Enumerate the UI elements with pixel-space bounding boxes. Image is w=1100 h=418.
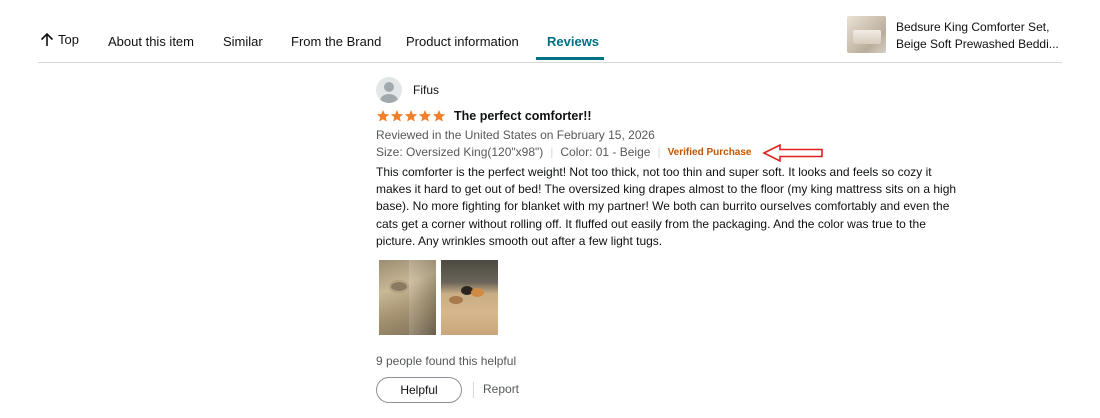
- tab-similar[interactable]: Similar: [223, 34, 263, 49]
- avatar-icon: [376, 77, 402, 103]
- product-thumbnail: [847, 16, 886, 53]
- reviewer[interactable]: Fifus: [376, 77, 439, 103]
- report-link[interactable]: Report: [483, 382, 519, 396]
- tab-about-this-item[interactable]: About this item: [108, 34, 194, 49]
- variant-size[interactable]: Size: Oversized King(120"x98"): [376, 145, 543, 159]
- product-title: Bedsure King Comforter Set, Beige Soft P…: [896, 19, 1064, 53]
- product-title-line1: Bedsure King Comforter Set,: [896, 20, 1050, 34]
- meta-divider: |: [657, 145, 661, 159]
- star-icon: [404, 110, 418, 122]
- review-title[interactable]: The perfect comforter!!: [454, 109, 592, 123]
- active-tab-indicator: [536, 57, 604, 60]
- verified-purchase-badge: Verified Purchase: [667, 146, 752, 158]
- star-icon: [390, 110, 404, 122]
- meta-divider: |: [550, 145, 554, 159]
- reviewer-name: Fifus: [413, 83, 440, 97]
- annotation-arrow: [762, 143, 823, 163]
- variant-color[interactable]: Color: 01 - Beige: [560, 145, 650, 159]
- product-title-line2: Beige Soft Prewashed Beddi...: [896, 37, 1059, 51]
- tab-top-label: Top: [58, 32, 79, 47]
- tab-product-information[interactable]: Product information: [406, 34, 519, 49]
- star-icon: [376, 110, 390, 122]
- tab-from-the-brand[interactable]: From the Brand: [291, 34, 381, 49]
- product-summary[interactable]: Bedsure King Comforter Set, Beige Soft P…: [847, 14, 1062, 56]
- action-divider: [473, 382, 474, 398]
- helpful-count: 9 people found this helpful: [376, 354, 517, 368]
- review-variant-meta: Size: Oversized King(120"x98") | Color: …: [376, 145, 752, 159]
- review-photo[interactable]: [379, 260, 436, 335]
- review-title-row: The perfect comforter!!: [376, 109, 592, 123]
- star-icon: [418, 110, 432, 122]
- review-photos: [379, 260, 498, 335]
- star-icon: [432, 110, 446, 122]
- review-photo[interactable]: [441, 260, 498, 335]
- star-rating[interactable]: [376, 109, 446, 123]
- arrow-up-icon: [40, 32, 54, 46]
- review-date: Reviewed in the United States on Februar…: [376, 128, 655, 142]
- tab-reviews[interactable]: Reviews: [547, 34, 599, 49]
- review-body: This comforter is the perfect weight! No…: [376, 165, 957, 248]
- review-nav-bar: Top About this item Similar From the Bra…: [38, 0, 1062, 63]
- helpful-button[interactable]: Helpful: [376, 377, 462, 403]
- tab-top[interactable]: Top: [40, 32, 79, 47]
